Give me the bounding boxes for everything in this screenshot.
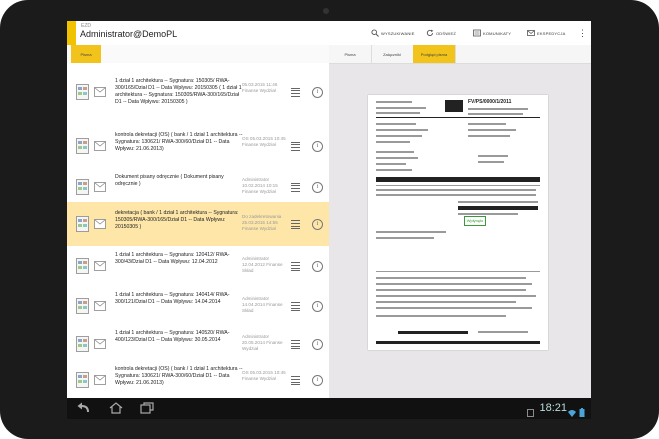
list-item-meta: Administrator 10.02.2014 10:15 Finanse W…	[242, 176, 278, 194]
document-icon	[76, 336, 89, 352]
info-icon[interactable]: i	[312, 181, 323, 193]
document-icon	[76, 216, 89, 232]
invoice-number: FV/PS/0000/1/2011	[468, 99, 512, 105]
list-item-meta: Administrator 12.04.2012 Finanse Skład	[242, 256, 283, 274]
menu-icon[interactable]	[291, 87, 300, 97]
list-item[interactable]: 1 dział 1 architektura -- Sygnatura: 140…	[67, 326, 329, 363]
document-preview[interactable]: FV/PS/0000/1/2011 Wpłynęło	[368, 95, 548, 350]
tab-zalaczniki[interactable]: Załączniki	[371, 45, 414, 63]
info-icon[interactable]: i	[312, 375, 323, 386]
info-icon[interactable]: i	[312, 219, 323, 230]
messages-label: KOMUNIKATY	[483, 30, 512, 36]
list-item-title: kontrola dekretacji (OS) ( bank / 1 dzia…	[115, 131, 243, 152]
attachment-icon	[94, 86, 106, 97]
info-icon[interactable]: i	[312, 86, 323, 98]
info-icon[interactable]: i	[312, 140, 323, 152]
tab-pisma[interactable]: Pisma	[71, 45, 101, 63]
attachment-icon	[94, 301, 106, 311]
document-icon	[76, 178, 89, 195]
list-item-meta: Do zadekretowania 25.03.2015 14:55 Finan…	[242, 214, 282, 232]
list-item-title: 1 dział 1 architektura -- Sygnatura: 140…	[115, 292, 230, 305]
attachment-icon	[94, 261, 106, 271]
attachment-icon	[94, 375, 106, 385]
documents-list: Pisma 1 dział 1 architektura -- Sygnatur…	[67, 45, 329, 398]
search-button[interactable]: WYSZUKIWANIE	[370, 27, 415, 39]
menu-icon[interactable]	[291, 376, 300, 386]
list-item[interactable]: kontrola dekretacji (OS) ( bank / 1 dzia…	[67, 120, 329, 172]
list-item-title: 1 dział 1 architektura -- Sygnatura: 120…	[115, 252, 230, 265]
tab-pisma-right[interactable]: Pisma	[329, 45, 372, 63]
list-item[interactable]: 1 dział 1 architektura -- Sygnatura: 120…	[67, 246, 329, 287]
menu-icon[interactable]	[291, 340, 300, 350]
refresh-icon	[425, 29, 434, 38]
list-item[interactable]: dekretacja ( bank / 1 dział 1 architektu…	[67, 202, 329, 247]
list-item-title: dekretacja ( bank / 1 dział 1 architektu…	[115, 210, 239, 230]
screen: EZD Administrator@DemoPL WYSZUKIWANIE OD…	[67, 21, 591, 419]
received-stamp: Wpłynęło	[464, 216, 486, 226]
left-tab-bar	[67, 45, 329, 64]
shipping-icon	[526, 29, 535, 38]
menu-icon[interactable]	[291, 262, 300, 272]
action-bar: EZD Administrator@DemoPL WYSZUKIWANIE OD…	[67, 21, 591, 46]
right-tab-bar: Pisma Załączniki Podgląd pisma	[329, 45, 591, 64]
document-icon	[76, 137, 89, 154]
signature	[398, 331, 468, 334]
app-title: Administrator@DemoPL	[80, 29, 178, 39]
info-icon[interactable]: i	[312, 339, 323, 350]
list-item-title: kontrola dekretacji (OS) ( bank / 1 dzia…	[115, 366, 243, 386]
info-icon[interactable]: i	[312, 261, 323, 272]
refresh-button[interactable]: ODŚWIEŻ	[425, 27, 456, 39]
menu-icon[interactable]	[291, 141, 300, 151]
overflow-menu-icon[interactable]: ⋮	[578, 28, 587, 39]
list-item-title: Dokument pisany odręcznie ( Dokument pis…	[115, 174, 224, 187]
list-item-meta: OS 05.03.2015 10:45 Finanse Wydział	[242, 370, 286, 382]
menu-icon[interactable]	[291, 182, 300, 192]
company-logo	[445, 100, 463, 112]
preview-pane: Pisma Załączniki Podgląd pisma FV/PS/000…	[329, 45, 591, 398]
recent-apps-icon[interactable]	[140, 402, 154, 414]
camera-icon	[323, 8, 329, 14]
list-item-meta: Administrator 14.04.2014 Finanse Skład	[242, 296, 283, 314]
list-item-meta: OS 05.03.2015 10:45 Finanse Wydział	[242, 135, 286, 147]
list-item-title: 1 dział 1 architektura -- Sygnatura: 150…	[115, 77, 242, 105]
shipping-button[interactable]: EKSPEDYCJA	[526, 27, 565, 39]
list-item-title: 1 dział 1 architektura -- Sygnatura: 140…	[115, 330, 230, 343]
menu-icon[interactable]	[291, 302, 300, 312]
menu-icon[interactable]	[291, 220, 300, 230]
search-icon	[370, 29, 379, 38]
notification-icon[interactable]	[527, 404, 534, 417]
list-item[interactable]: Dokument pisany odręcznie ( Dokument pis…	[67, 171, 329, 203]
attachment-icon	[94, 339, 106, 349]
home-icon[interactable]	[109, 402, 123, 414]
system-navigation-bar: 18:21	[67, 398, 591, 419]
clock: 18:21	[539, 402, 567, 414]
list-item-meta: Administrator 20.05.2014 Finanse Wydział	[242, 334, 283, 352]
info-icon[interactable]: i	[312, 301, 323, 312]
messages-icon	[472, 29, 481, 38]
list-item[interactable]: 1 dział 1 architektura -- Sygnatura: 140…	[67, 286, 329, 327]
document-icon	[76, 298, 89, 314]
app-logo[interactable]	[67, 21, 76, 45]
refresh-label: ODŚWIEŻ	[436, 30, 457, 36]
tab-podglad-pisma[interactable]: Podgląd pisma	[413, 45, 456, 63]
wifi-icon	[568, 404, 576, 417]
attachment-icon	[94, 181, 106, 192]
search-label: WYSZUKIWANIE	[381, 30, 415, 36]
tablet-frame: EZD Administrator@DemoPL WYSZUKIWANIE OD…	[0, 0, 659, 439]
battery-icon	[579, 404, 586, 417]
document-icon	[76, 258, 89, 274]
shipping-label: EKSPEDYCJA	[537, 30, 566, 36]
attachment-icon	[94, 219, 106, 229]
list-item[interactable]: 1 dział 1 architektura -- Sygnatura: 150…	[67, 63, 329, 121]
document-icon	[76, 83, 89, 100]
messages-button[interactable]: KOMUNIKATY	[472, 27, 511, 39]
attachment-icon	[94, 140, 106, 151]
list-item[interactable]: kontrola dekretacji (OS) ( bank / 1 dzia…	[67, 362, 329, 398]
list-item-meta: 05.03.2015 11:46 Finanse Wydział	[242, 81, 278, 93]
back-icon[interactable]	[77, 402, 91, 414]
table-header	[376, 177, 540, 182]
document-icon	[76, 372, 89, 388]
